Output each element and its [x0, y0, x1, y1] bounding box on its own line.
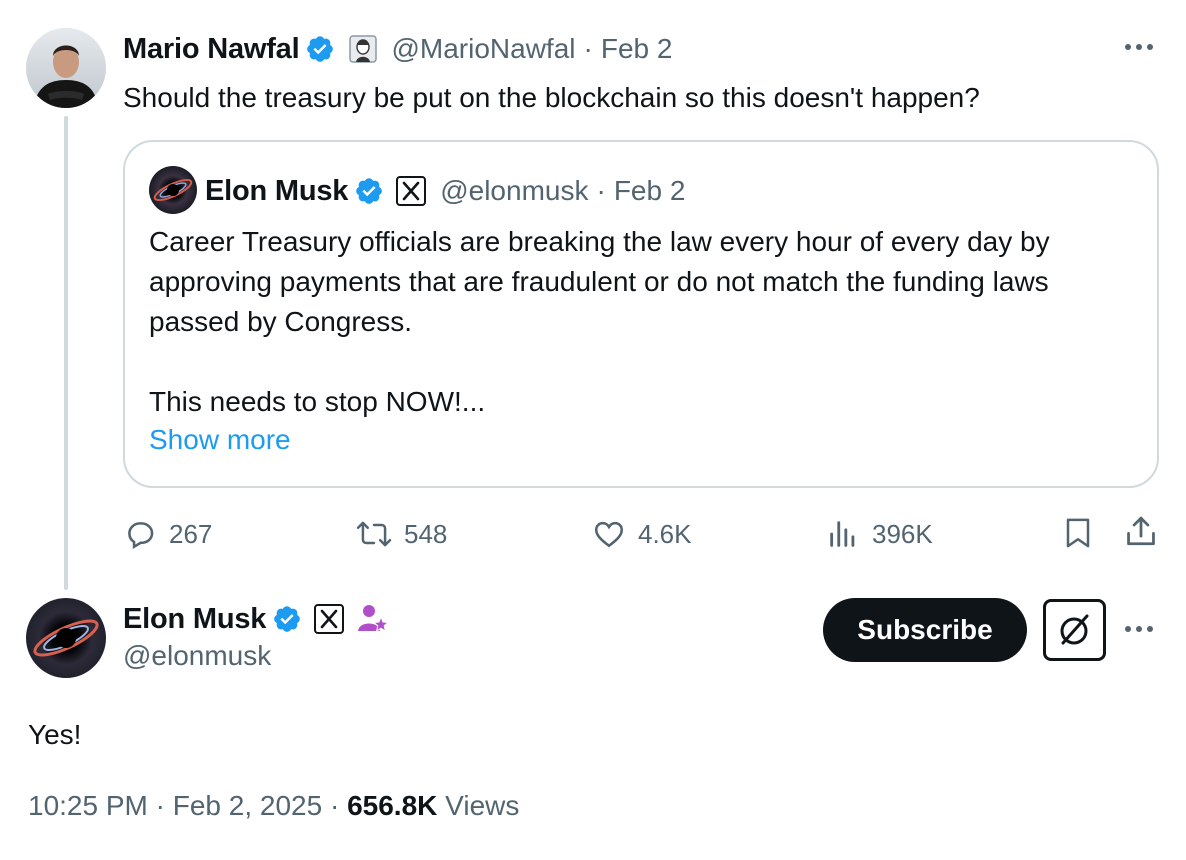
- elon-musk-quote-avatar: [149, 166, 197, 214]
- quoted-tweet-header: Elon Musk @elonmusk · Feb 2: [205, 170, 685, 212]
- main-tweet-header: Elon Musk: [123, 598, 390, 640]
- subscribe-button[interactable]: Subscribe: [823, 598, 1027, 662]
- more-options-button[interactable]: [1122, 32, 1156, 67]
- reply-count: 267: [169, 518, 213, 549]
- x-affiliation-badge-icon: [396, 176, 427, 206]
- more-horizontal-icon: [1125, 626, 1153, 632]
- author-name[interactable]: Mario Nawfal: [123, 33, 300, 66]
- tweet-date[interactable]: Feb 2: [601, 33, 673, 65]
- quoted-tweet-date: Feb 2: [613, 175, 686, 206]
- repost-icon: [356, 521, 392, 547]
- like-button[interactable]: 4.6K: [592, 514, 692, 554]
- affiliate-badge-icon[interactable]: [349, 35, 378, 63]
- repost-button[interactable]: 548: [356, 514, 447, 554]
- main-more-options-button[interactable]: [1122, 614, 1156, 649]
- mario-nawfal-avatar[interactable]: [26, 28, 106, 108]
- thread-connector-line: [64, 116, 68, 590]
- bookmark-button[interactable]: [1063, 516, 1093, 555]
- dot-separator: ·: [329, 790, 340, 821]
- dot-separator: ·: [155, 790, 165, 821]
- views-button[interactable]: 396K: [826, 514, 933, 554]
- elon-musk-avatar[interactable]: [26, 598, 106, 678]
- like-count: 4.6K: [638, 518, 692, 549]
- share-icon: [1127, 516, 1155, 546]
- reply-icon: [128, 522, 154, 549]
- tweet-full-date[interactable]: Feb 2, 2025: [173, 790, 322, 821]
- more-horizontal-icon: [1125, 44, 1153, 50]
- person-star-badge-icon[interactable]: [356, 603, 390, 635]
- quoted-author-handle: @elonmusk: [440, 175, 589, 206]
- parent-tweet-text: Should the treasury be put on the blockc…: [123, 82, 980, 113]
- tweet-timestamp: 10:25 PM · Feb 2, 2025 · 656.8K Views: [28, 790, 519, 822]
- tweet-time[interactable]: 10:25 PM: [28, 790, 148, 821]
- heart-icon: [594, 521, 624, 548]
- verified-badge-icon[interactable]: [305, 34, 335, 64]
- author-name[interactable]: Elon Musk: [123, 603, 266, 636]
- main-author-handle[interactable]: @elonmusk: [123, 640, 271, 672]
- parent-tweet-header: Mario Nawfal @MarioNawfal · Feb 2: [123, 28, 672, 70]
- quoted-tweet-text-2: This needs to stop NOW!...: [149, 386, 486, 417]
- repost-count: 548: [404, 518, 448, 549]
- share-button[interactable]: [1124, 514, 1158, 555]
- views-label: Views: [445, 790, 520, 821]
- author-handle[interactable]: @MarioNawfal: [391, 33, 575, 65]
- x-affiliation-badge-icon[interactable]: [314, 604, 345, 634]
- main-tweet-text: Yes!: [28, 719, 82, 750]
- verified-badge-icon[interactable]: [272, 604, 302, 634]
- grok-icon: [1060, 614, 1088, 645]
- dot-separator: ·: [583, 33, 593, 64]
- analytics-bars-icon: [830, 521, 855, 547]
- views-total: 656.8K: [347, 790, 438, 821]
- grok-button[interactable]: [1043, 599, 1106, 661]
- show-more-link[interactable]: Show more: [149, 424, 291, 456]
- dot-separator: ·: [596, 175, 606, 206]
- quoted-tweet-text: Career Treasury officials are breaking t…: [149, 226, 1050, 337]
- reply-button[interactable]: 267: [123, 514, 212, 554]
- quoted-author-name: Elon Musk: [205, 174, 349, 207]
- bookmark-icon: [1066, 518, 1090, 548]
- views-count: 396K: [872, 518, 933, 549]
- verified-badge-icon: [354, 176, 384, 206]
